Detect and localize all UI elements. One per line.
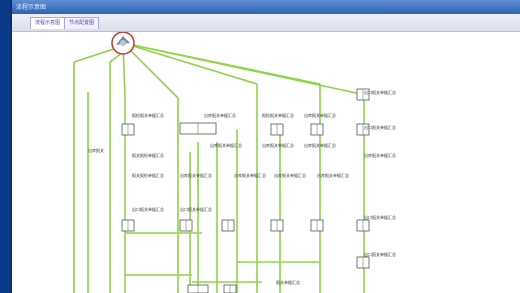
- node-label: 出库报关单据汇总: [364, 153, 396, 158]
- workflow-canvas[interactable]: 出口报关单据汇总 出口报关单据汇总 报检报关单据汇总 出库报关单据汇总 报检报关…: [12, 31, 520, 293]
- node-label: 出库报关单据汇总: [274, 173, 306, 178]
- flow-edges: [73, 42, 365, 293]
- node-label: 出口报关单据汇总: [132, 207, 164, 212]
- node-label: 出库报关: [88, 148, 104, 153]
- node-label: 报关报检单据汇总: [132, 153, 164, 158]
- desktop: 流程示意图 流程示意图 节点配置图 出口报关单据汇总 出口报关单据汇总 报检报关…: [0, 0, 520, 293]
- node-label: 出库报关单据汇总: [204, 113, 236, 118]
- node-label: 出库报关单据汇总: [180, 173, 212, 178]
- node-label: 出口报关单据汇总: [364, 125, 396, 130]
- tab-node-config[interactable]: 节点配置图: [64, 17, 100, 29]
- node-label: 出库报关单据汇总: [262, 143, 294, 148]
- tab-flowchart[interactable]: 流程示意图: [30, 17, 66, 29]
- node-label: 报关单据汇总: [276, 280, 300, 285]
- node-label: 出口报关单据汇总: [180, 207, 212, 212]
- application-window: 流程示意图 流程示意图 节点配置图 出口报关单据汇总 出口报关单据汇总 报检报关…: [12, 0, 520, 293]
- node-label: 出口报关单据汇总: [364, 215, 396, 220]
- title-bar: 流程示意图: [12, 0, 520, 14]
- node-label: 报检报关单据汇总: [262, 113, 294, 118]
- node-label: 出库报关单据汇总: [304, 143, 336, 148]
- node-label: 出口报关单据汇总: [364, 90, 396, 95]
- node-label: 报关报检单据汇总: [132, 173, 164, 178]
- workflow-diagram: [73, 31, 370, 293]
- start-hub: [120, 40, 126, 46]
- node-label: 出口报关单据汇总: [364, 252, 396, 257]
- tab-bar: 流程示意图 节点配置图: [12, 14, 520, 32]
- node-label: 出库报关单据汇总: [317, 173, 349, 178]
- node-label: 出库报关单据汇总: [234, 173, 266, 178]
- start-node[interactable]: [111, 31, 135, 55]
- node-label: 报检报关单据汇总: [132, 113, 164, 118]
- node-label: 出库报关单据汇总: [210, 143, 242, 148]
- flow-edge: [122, 42, 362, 95]
- window-title: 流程示意图: [16, 4, 47, 11]
- node-label: 出库报关单据汇总: [304, 113, 336, 118]
